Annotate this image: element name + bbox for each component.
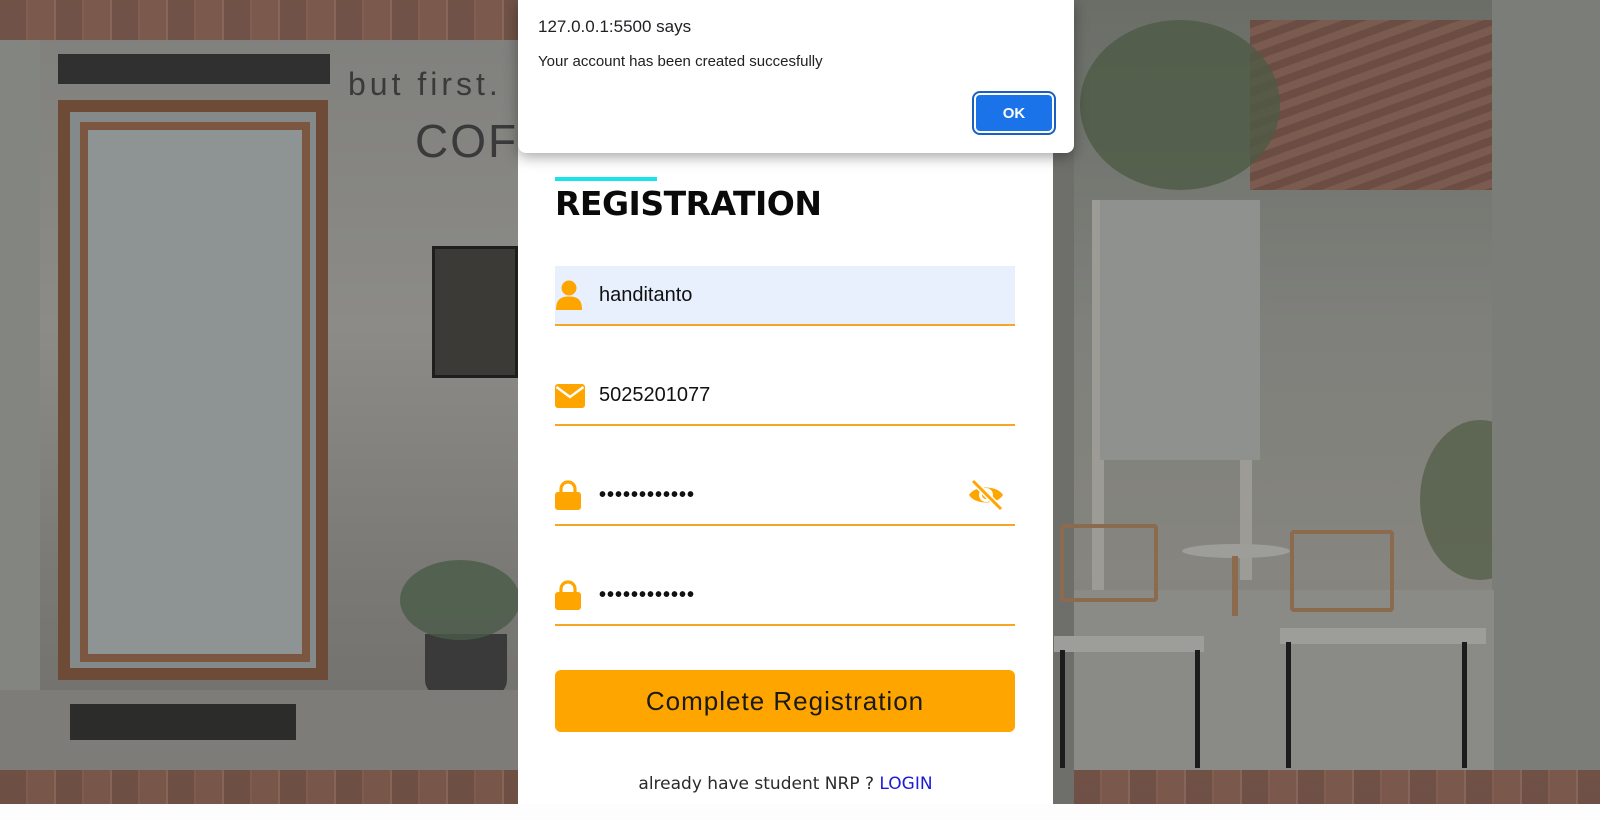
- table-leg: [1195, 650, 1200, 768]
- ok-button[interactable]: OK: [976, 95, 1052, 131]
- brick-wall-top: [0, 0, 530, 40]
- login-link[interactable]: LOGIN: [879, 774, 932, 794]
- table-leg: [1232, 556, 1238, 616]
- eye-slash-icon[interactable]: [967, 478, 1005, 512]
- door-mat: [70, 704, 296, 740]
- page-title: REGISTRATION: [555, 184, 822, 223]
- dialog-message: Your account has been created succesfull…: [538, 53, 823, 70]
- password-input[interactable]: ••••••••••••: [599, 466, 959, 524]
- patio-floor: [1074, 590, 1494, 770]
- password-field[interactable]: ••••••••••••: [555, 466, 1015, 526]
- confirm-password-field[interactable]: ••••••••••••: [555, 566, 1015, 626]
- username-input[interactable]: [599, 266, 959, 324]
- envelope-icon: [555, 384, 585, 408]
- wall-picture: [432, 246, 518, 378]
- username-field[interactable]: [555, 266, 1015, 326]
- table: [1280, 628, 1486, 644]
- dialog-origin: 127.0.0.1:5500 says: [538, 17, 692, 36]
- wall-right: [1100, 200, 1260, 460]
- nrp-input[interactable]: [599, 366, 959, 424]
- chair: [1060, 524, 1158, 602]
- nrp-field[interactable]: [555, 366, 1015, 426]
- page-bottom-edge: [0, 804, 1600, 820]
- title-accent-bar: [555, 177, 657, 181]
- plant: [400, 560, 520, 640]
- login-prompt: already have student NRP ? LOGIN: [518, 774, 1053, 794]
- alert-dialog: 127.0.0.1:5500 says Your account has bee…: [518, 0, 1074, 153]
- roof-tiles: [1250, 20, 1500, 190]
- login-prompt-text: already have student NRP ?: [638, 774, 880, 794]
- table: [1054, 636, 1204, 652]
- glass-door: [80, 122, 310, 662]
- complete-registration-button[interactable]: Complete Registration: [555, 670, 1015, 732]
- table-leg: [1060, 650, 1065, 768]
- tree: [1080, 20, 1280, 190]
- lock-icon: [555, 480, 581, 510]
- sign-text-line2: COF: [415, 115, 519, 167]
- table-leg: [1286, 642, 1291, 768]
- user-icon: [556, 280, 582, 310]
- wall-left: [0, 40, 40, 730]
- plant-pot: [425, 634, 507, 696]
- chair: [1290, 530, 1394, 612]
- sign-text-line1: but first.: [348, 66, 502, 102]
- table-leg: [1462, 642, 1467, 768]
- confirm-password-input[interactable]: ••••••••••••: [599, 566, 959, 624]
- door-header: [58, 54, 330, 84]
- brick-wall-bottom-right: [1074, 768, 1600, 808]
- wall-far-right: [1492, 0, 1600, 770]
- lock-icon: [555, 580, 581, 610]
- brick-wall-bottom: [0, 768, 530, 808]
